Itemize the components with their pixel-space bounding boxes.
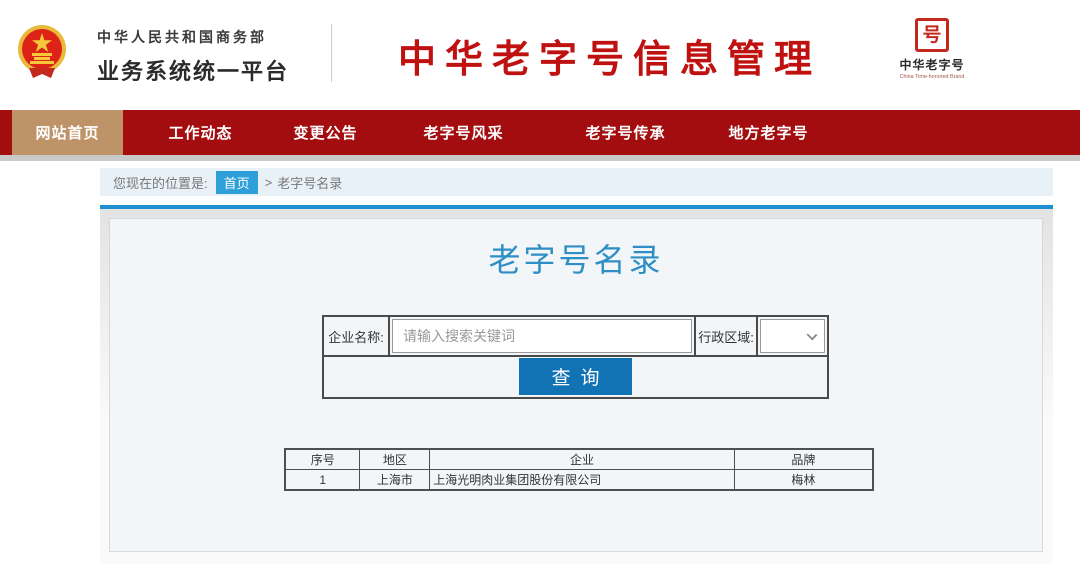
breadcrumb-separator: >: [265, 175, 273, 190]
nav-tab-work-updates[interactable]: 工作动态: [145, 110, 256, 155]
col-header-brand: 品牌: [734, 449, 873, 470]
gov-title-block: 中华人民共和国商务部 业务系统统一平台: [97, 27, 289, 86]
chevron-down-icon: [807, 330, 818, 341]
region-label: 行政区域:: [696, 317, 758, 355]
nav-tab-home[interactable]: 网站首页: [12, 110, 123, 155]
table-row: 1 上海市 上海光明肉业集团股份有限公司 梅林: [285, 470, 873, 491]
search-form-fields-row: 企业名称: 行政区域:: [324, 317, 827, 357]
ministry-name: 中华人民共和国商务部: [97, 27, 289, 47]
company-name-input[interactable]: [392, 319, 692, 353]
breadcrumb-home-link[interactable]: 首页: [216, 171, 258, 194]
region-cell: [758, 317, 827, 355]
nav-tab-change-announcements[interactable]: 变更公告: [270, 110, 381, 155]
brand-name: 中华老字号: [884, 56, 980, 73]
col-header-company: 企业: [430, 449, 734, 470]
breadcrumb-current: 老字号名录: [277, 173, 342, 192]
header-divider: [331, 24, 332, 82]
region-select[interactable]: [760, 319, 825, 353]
brand-logo: 号 中华老字号 China Time-honored Brand: [884, 18, 980, 80]
content-panel-inner: 老字号名录 企业名称: 行政区域: 查询: [109, 218, 1043, 552]
site-title: 中华老字号信息管理: [398, 28, 821, 83]
main-nav: 网站首页 工作动态 变更公告 老字号风采 老字号传承 地方老字号: [0, 110, 1080, 155]
breadcrumb: 您现在的位置是: 首页 > 老字号名录: [100, 168, 1053, 196]
col-header-region: 地区: [360, 449, 430, 470]
brand-english: China Time-honored Brand: [889, 74, 975, 79]
nav-tab-brand-showcase[interactable]: 老字号风采: [408, 110, 519, 155]
query-button[interactable]: 查询: [519, 358, 632, 395]
cell-brand: 梅林: [734, 470, 873, 491]
cell-no: 1: [285, 470, 360, 491]
search-form: 企业名称: 行政区域: 查询: [322, 315, 829, 399]
page-title: 老字号名录: [110, 235, 1042, 281]
results-table: 序号 地区 企业 品牌 1 上海市 上海光明肉业集团股份有限公司 梅林: [284, 448, 874, 491]
brand-seal-icon: 号: [915, 18, 949, 52]
company-name-cell: [390, 317, 696, 355]
cell-region: 上海市: [360, 470, 430, 491]
search-form-button-row: 查询: [324, 357, 827, 396]
company-name-label: 企业名称:: [324, 317, 390, 355]
breadcrumb-prefix: 您现在的位置是:: [113, 173, 208, 192]
nav-tab-local-brands[interactable]: 地方老字号: [713, 110, 824, 155]
results-header-row: 序号 地区 企业 品牌: [285, 449, 873, 470]
content-panel: 老字号名录 企业名称: 行政区域: 查询: [100, 205, 1053, 564]
col-header-no: 序号: [285, 449, 360, 470]
cell-company: 上海光明肉业集团股份有限公司: [430, 470, 734, 491]
nav-shadow-strip: [0, 155, 1080, 161]
platform-name: 业务系统统一平台: [97, 54, 289, 86]
nav-tab-brand-heritage[interactable]: 老字号传承: [570, 110, 681, 155]
site-header: 中华人民共和国商务部 业务系统统一平台 中华老字号信息管理 号 中华老字号 Ch…: [0, 0, 1080, 110]
national-emblem-icon: [17, 24, 67, 80]
